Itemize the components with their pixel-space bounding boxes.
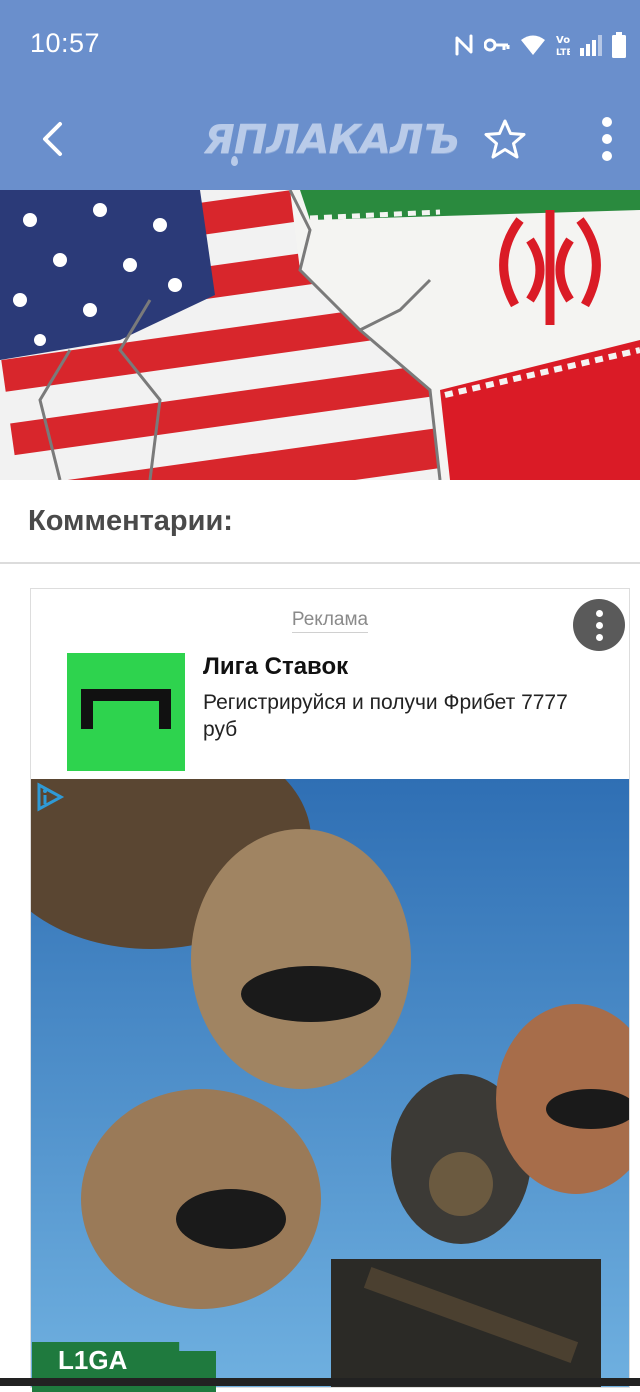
divider: [0, 562, 640, 564]
bottom-edge: [0, 1378, 640, 1386]
ad-title[interactable]: Лига Ставок: [203, 653, 348, 681]
ad-label-text: Реклама: [291, 609, 369, 633]
vpn-key-icon: [484, 38, 510, 52]
ad-menu-button[interactable]: [573, 599, 625, 651]
status-icons: Vo LTE: [454, 30, 626, 60]
site-logo-text: ЯПЛАКАЛЪ: [204, 117, 460, 163]
svg-text:LTE: LTE: [556, 48, 570, 57]
more-menu-button[interactable]: [584, 114, 630, 164]
nfc-icon: [455, 34, 473, 56]
more-vertical-icon: [595, 609, 603, 617]
ad-text[interactable]: Регистрируйся и получи Фрибет 7777 руб: [203, 689, 603, 743]
more-vertical-icon: [602, 117, 612, 127]
status-bar: 10:57 Vo LTE: [0, 0, 640, 90]
svg-text:Vo: Vo: [556, 35, 570, 46]
comments-title: Комментарии:: [28, 505, 233, 537]
article-image[interactable]: [0, 190, 640, 480]
site-logo[interactable]: ЯПЛАКАЛЪ: [204, 114, 460, 166]
liga-logo-icon: [81, 689, 171, 729]
logo-drop-icon: [231, 156, 238, 166]
wifi-icon: [521, 35, 545, 55]
ad-logo[interactable]: [67, 653, 185, 771]
status-time: 10:57: [30, 28, 101, 58]
ad-image[interactable]: [31, 779, 629, 1387]
flags-illustration: [0, 190, 640, 480]
back-arrow-icon: [43, 122, 62, 156]
back-button[interactable]: [26, 112, 80, 166]
ad-label: Реклама: [31, 609, 629, 633]
adchoices-icon[interactable]: [33, 781, 65, 813]
ad-card[interactable]: Реклама Лига Ставок Регистрируйся и полу…: [30, 588, 630, 1388]
favorite-button[interactable]: [480, 114, 530, 164]
battery-icon: [612, 32, 626, 58]
ad-photo: [31, 779, 629, 1387]
star-outline-icon: [484, 119, 526, 159]
volte-icon: Vo LTE: [556, 35, 570, 57]
app-bar: ЯПЛАКАЛЪ: [0, 90, 640, 190]
signal-icon: [580, 35, 602, 56]
